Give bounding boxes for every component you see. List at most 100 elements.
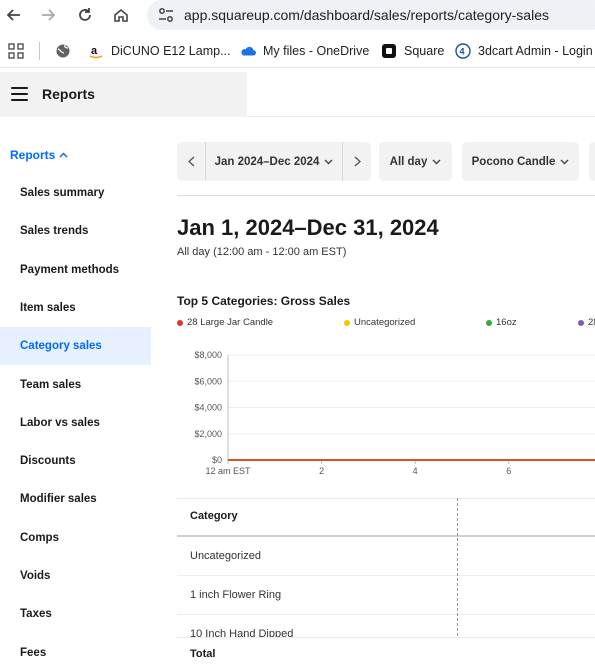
chevron-down-icon [432, 157, 441, 167]
legend-item[interactable]: 16oz [486, 317, 517, 328]
sidebar-item-label: Voids [20, 570, 51, 582]
x-tick-label: 2 [319, 466, 324, 476]
sidebar-item-team-sales[interactable]: Team sales [0, 366, 151, 404]
y-tick-label: $0 [212, 455, 222, 465]
legend-label: 28 [588, 317, 595, 328]
browser-toolbar: app.squareup.com/dashboard/sales/reports… [0, 0, 595, 31]
sidebar-item-label: Taxes [20, 608, 52, 620]
back-arrow-icon[interactable] [2, 3, 26, 27]
legend-item[interactable]: 28 [578, 317, 595, 328]
sidebar-item-discounts[interactable]: Discounts [0, 442, 151, 480]
sidebar-item-label: Labor vs sales [20, 417, 100, 429]
legend-dot [578, 319, 584, 326]
table-total-row: Total [177, 637, 595, 661]
x-tick-label: 12 am EST [205, 466, 251, 476]
svg-text:a: a [91, 45, 98, 57]
sidebar-section-reports[interactable]: Reports [10, 148, 68, 162]
square-logo-icon [381, 43, 397, 59]
time-filter-dropdown[interactable]: All day [379, 142, 452, 181]
apps-grid-icon[interactable] [8, 42, 24, 60]
category-table: Category Uncategorized 1 inch Flower Ring… [177, 498, 595, 661]
sidebar-item-sales-trends[interactable]: Sales trends [0, 212, 151, 250]
home-icon[interactable] [109, 3, 133, 27]
y-tick-label: $8,000 [194, 350, 222, 360]
3dcart-icon: 4 [455, 43, 471, 59]
onedrive-icon [240, 43, 256, 59]
bookmark-label: DiCUNO E12 Lamp... [111, 44, 231, 58]
sidebar-item-label: Fees [20, 647, 47, 659]
sidebar-item-label: Category sales [20, 340, 102, 352]
total-label: Total [190, 648, 216, 660]
sidebar-item-category-sales[interactable]: Category sales [0, 327, 151, 365]
sidebar-item-sales-summary[interactable]: Sales summary [0, 174, 151, 212]
sidebar-item-label: Modifier sales [20, 493, 97, 505]
page-title: Jan 1, 2024–Dec 31, 2024 [177, 215, 439, 240]
bookmark-dicuno[interactable]: a DiCUNO E12 Lamp... [88, 42, 230, 60]
sidebar-item-fees[interactable]: Fees [0, 634, 151, 672]
sidebar-item-label: Comps [20, 532, 59, 544]
sidebar-item-voids[interactable]: Voids [0, 557, 151, 595]
legend-dot [344, 319, 350, 326]
next-period-button[interactable] [343, 142, 371, 181]
sidebar-item-payment-methods[interactable]: Payment methods [0, 251, 151, 289]
site-settings-icon[interactable] [157, 6, 175, 24]
category-name: 1 inch Flower Ring [190, 589, 282, 601]
sidebar-item-label: Item sales [20, 302, 76, 314]
sidebar-item-modifier-sales[interactable]: Modifier sales [0, 480, 151, 518]
table-row[interactable]: Uncategorized [177, 537, 595, 576]
sidebar-item-comps[interactable]: Comps [0, 519, 151, 557]
column-header-category[interactable]: Category [190, 510, 238, 522]
svg-text:4: 4 [460, 47, 465, 57]
header-right [247, 72, 595, 117]
legend-item[interactable]: Uncategorized [344, 317, 415, 328]
legend-dot [177, 319, 183, 326]
bookmark-label: My files - OneDrive [263, 44, 370, 58]
app-title: Reports [42, 86, 95, 102]
gross-sales-line-chart: $8,000 $6,000 $4,000 $2,000 $012 am EST 2 4 6 [194, 350, 595, 476]
bookmark-separator [39, 42, 40, 60]
url-text[interactable]: app.squareup.com/dashboard/sales/reports… [184, 7, 549, 23]
y-tick-label: $4,000 [194, 403, 222, 413]
legend-label: 28 Large Jar Candle [187, 317, 274, 328]
sidebar-item-label: Sales summary [20, 187, 105, 199]
prev-period-button[interactable] [177, 142, 205, 181]
y-tick-label: $2,000 [194, 429, 222, 439]
chevron-down-icon [324, 157, 333, 167]
page-subtitle: All day (12:00 am - 12:00 am EST) [177, 246, 347, 258]
sidebar-item-label: Team sales [20, 379, 82, 391]
amazon-icon: a [88, 43, 104, 59]
location-filter-dropdown[interactable]: Pocono Candle [462, 142, 579, 181]
category-name: Uncategorized [190, 550, 261, 562]
location-filter-label: Pocono Candle [471, 155, 556, 168]
more-filters-button[interactable] [589, 142, 595, 181]
sidebar-item-label: Discounts [20, 455, 76, 467]
sidebar-item-taxes[interactable]: Taxes [0, 595, 151, 633]
bookmark-onedrive[interactable]: My files - OneDrive [240, 42, 369, 60]
sidebar-item-label: Sales trends [20, 225, 89, 237]
table-row[interactable]: 1 inch Flower Ring [177, 576, 595, 615]
bookmark-square[interactable]: Square [381, 42, 444, 60]
reload-icon[interactable] [73, 3, 97, 27]
sidebar-item-label: Payment methods [20, 264, 120, 276]
y-tick-label: $6,000 [194, 376, 222, 386]
divider [177, 195, 595, 196]
forward-arrow-icon[interactable] [36, 3, 60, 27]
sidebar-item-item-sales[interactable]: Item sales [0, 289, 151, 327]
chevron-down-icon [560, 157, 569, 167]
sidebar-item-labor-vs-sales[interactable]: Labor vs sales [0, 404, 151, 442]
hamburger-menu-icon[interactable] [11, 87, 28, 101]
date-range-label: Jan 2024–Dec 2024 [214, 155, 320, 168]
chevron-up-icon [59, 152, 68, 158]
bookmark-label: 3dcart Admin - Login [478, 44, 593, 58]
divider [177, 498, 595, 499]
bookmark-3dcart[interactable]: 4 3dcart Admin - Login [455, 42, 593, 60]
x-tick-label: 6 [506, 466, 511, 476]
x-tick-label: 4 [413, 466, 418, 476]
sidebar-section-label: Reports [10, 148, 56, 162]
date-range-dropdown[interactable]: Jan 2024–Dec 2024 [206, 156, 342, 168]
globe-icon[interactable] [55, 42, 71, 60]
legend-item[interactable]: 28 Large Jar Candle [177, 317, 273, 328]
legend-dot [486, 319, 492, 326]
time-filter-label: All day [389, 155, 428, 168]
legend-label: 16oz [496, 317, 517, 328]
